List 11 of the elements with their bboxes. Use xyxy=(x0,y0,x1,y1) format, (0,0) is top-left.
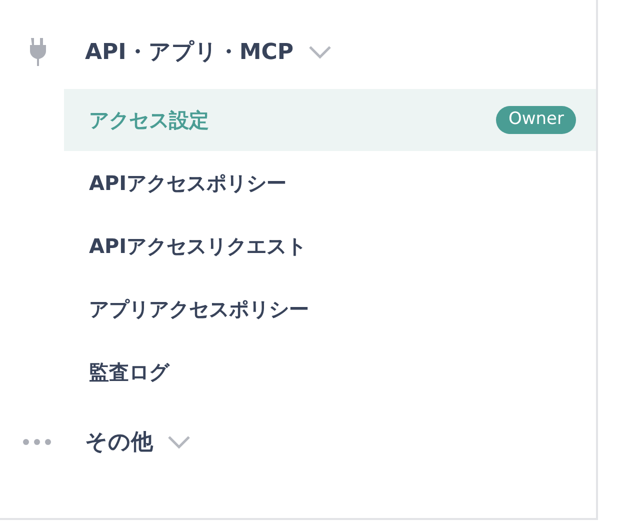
plug-icon xyxy=(28,38,46,66)
menu-item[interactable]: APIアクセスリクエスト xyxy=(64,215,596,277)
owner-badge: Owner xyxy=(496,106,576,134)
chevron-down-icon xyxy=(308,45,332,59)
more-icon xyxy=(22,438,52,446)
section-title[interactable]: API・アプリ・MCP xyxy=(85,36,294,68)
chevron-down-icon xyxy=(167,435,191,449)
menu-item[interactable]: APIアクセスポリシー xyxy=(64,152,596,214)
menu-item[interactable]: 監査ログ xyxy=(64,341,596,403)
section-title[interactable]: その他 xyxy=(85,426,153,458)
menu-item[interactable]: アプリアクセスポリシー xyxy=(64,278,596,340)
